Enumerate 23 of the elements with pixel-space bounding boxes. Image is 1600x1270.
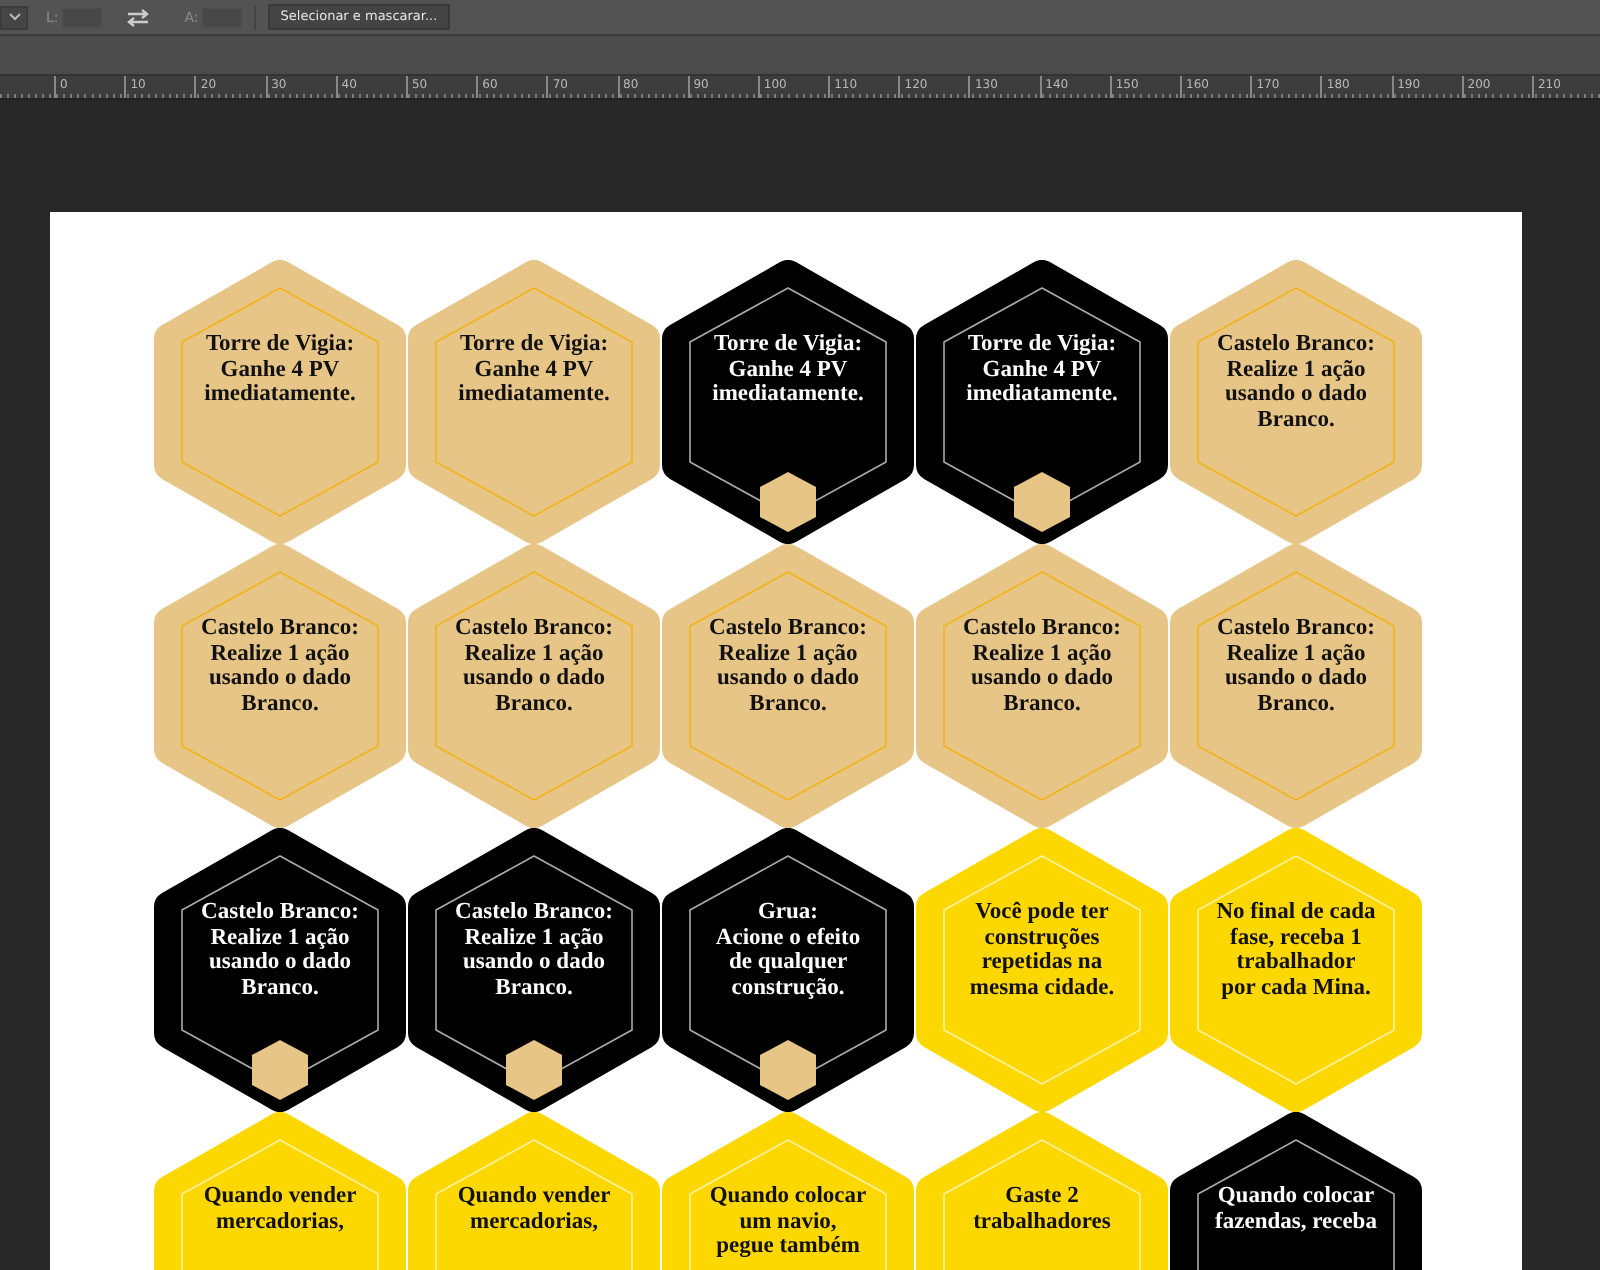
card-text: Castelo Branco: Realize 1 ação usando o dado Branco.	[453, 616, 615, 716]
card-text: Castelo Branco: Realize 1 ação usando o dado Branco.	[1215, 616, 1377, 716]
chevron-down-icon	[8, 12, 22, 22]
card-text: Quando colocar um navio, pegue também	[707, 1184, 869, 1259]
card-text: Grua: Acione o efeito de qualquer construção.	[713, 900, 863, 1000]
card-text: Castelo Branco: Realize 1 ação usando o dado Branco.	[961, 616, 1123, 716]
card-text: Castelo Branco: Realize 1 ação usando o dado Branco.	[707, 616, 869, 716]
card-text: Torre de Vigia: Ganhe 4 PV imediatamente.	[202, 332, 358, 407]
card-text: Torre de Vigia: Ganhe 4 PV imediatamente.	[710, 332, 866, 407]
card-text: Torre de Vigia: Ganhe 4 PV imediatamente.	[456, 332, 612, 407]
card-text: No final de cada fase, receba 1 trabalhador por cada Mina.	[1214, 900, 1378, 1000]
card-text: Quando vender mercadorias,	[455, 1184, 613, 1234]
dropdown[interactable]	[0, 5, 28, 29]
card-text: Castelo Branco: Realize 1 ação usando o dado Branco.	[199, 900, 361, 1000]
card-text: Castelo Branco: Realize 1 ação usando o dado Branco.	[1215, 332, 1377, 432]
card-text: Você pode ter construções repetidas na mesma cidade.	[967, 900, 1117, 1000]
card-text: Quando colocar fazendas, receba	[1213, 1184, 1379, 1234]
card-text: Torre de Vigia: Ganhe 4 PV imediatamente.	[964, 332, 1120, 407]
swap-icon[interactable]	[126, 7, 151, 27]
card-text: Castelo Branco: Realize 1 ação usando o dado Branco.	[453, 900, 615, 1000]
card-text: Castelo Branco: Realize 1 ação usando o dado Branco.	[199, 616, 361, 716]
card-text: Gaste 2 trabalhadores	[971, 1184, 1113, 1234]
card-text: Quando vender mercadorias,	[201, 1184, 359, 1234]
